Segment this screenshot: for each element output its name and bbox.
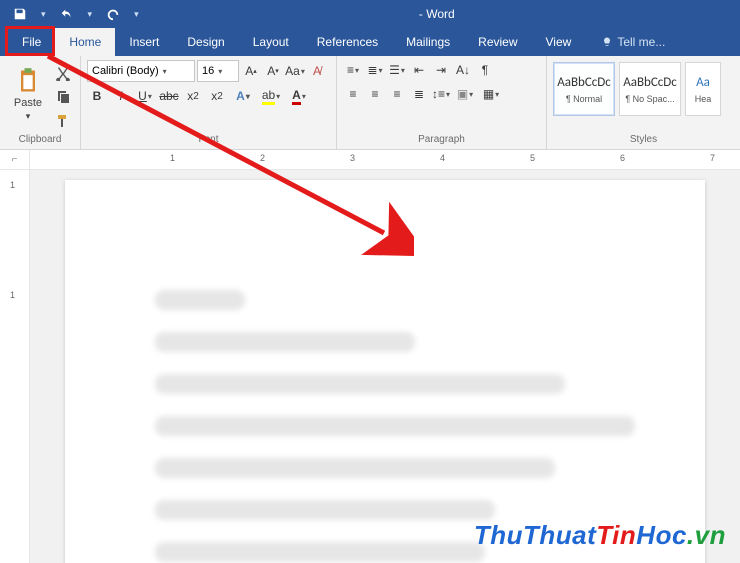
highlight-color-icon[interactable]: ab▾: [259, 86, 283, 106]
chevron-down-icon: ▾: [163, 67, 167, 76]
group-label-paragraph: Paragraph: [343, 132, 540, 149]
subscript-button[interactable]: x2: [183, 86, 203, 106]
blurred-text-line: [155, 332, 415, 352]
style-preview: AaBbCcDc: [623, 75, 677, 90]
window-title: - Word: [142, 7, 732, 21]
tab-review[interactable]: Review: [464, 28, 531, 56]
blurred-text-line: [155, 416, 635, 436]
style-name: ¶ Normal: [566, 94, 602, 104]
ruler-scale: 1 2 3 4 5 6 7: [30, 150, 740, 169]
underline-button[interactable]: U▾: [135, 86, 155, 106]
group-clipboard: Paste ▾ Clipboard: [0, 56, 81, 149]
bold-button[interactable]: B: [87, 86, 107, 106]
tab-home[interactable]: Home: [55, 28, 115, 56]
borders-icon[interactable]: ▦▾: [479, 84, 503, 104]
tab-view[interactable]: View: [532, 28, 586, 56]
decrease-indent-icon[interactable]: ⇤: [409, 60, 429, 80]
group-label-font: Font: [87, 132, 330, 149]
paste-label: Paste: [14, 97, 42, 109]
cut-icon[interactable]: [52, 62, 74, 84]
font-size-value: 16: [202, 65, 214, 77]
watermark: ThuThuatTinHoc.vn: [474, 520, 726, 551]
group-styles: AaBbCcDc ¶ Normal AaBbCcDc ¶ No Spac... …: [547, 56, 740, 149]
show-marks-icon[interactable]: ¶: [475, 60, 495, 80]
group-font: Calibri (Body)▾ 16▾ A▴ A▾ Aa▾ A̸ B I U▾ …: [81, 56, 337, 149]
tab-insert[interactable]: Insert: [115, 28, 173, 56]
chevron-down-icon: ▾: [26, 111, 31, 122]
title-bar: ▾ ▾ ▾ - Word: [0, 0, 740, 28]
superscript-button[interactable]: x2: [207, 86, 227, 106]
quick-access-toolbar: ▾ ▾ ▾: [8, 2, 142, 26]
tab-mailings[interactable]: Mailings: [392, 28, 464, 56]
redo-icon[interactable]: [101, 2, 125, 26]
font-size-combo[interactable]: 16 ▾: [197, 60, 239, 82]
font-name-combo[interactable]: Calibri (Body) ▾: [87, 60, 195, 82]
copy-icon[interactable]: [52, 86, 74, 108]
document-area[interactable]: [30, 170, 740, 563]
style-no-spacing[interactable]: AaBbCcDc ¶ No Spac...: [619, 62, 681, 116]
blurred-text-line: [155, 500, 495, 520]
line-spacing-icon[interactable]: ↕≡▾: [431, 84, 451, 104]
justify-icon[interactable]: ≣: [409, 84, 429, 104]
clear-formatting-icon[interactable]: A̸: [307, 61, 327, 81]
blurred-text-line: [155, 374, 565, 394]
save-icon[interactable]: [8, 2, 32, 26]
ruler-horizontal[interactable]: ⌐ 1 2 3 4 5 6 7: [0, 150, 740, 170]
style-preview: Aa: [696, 75, 710, 90]
group-label-clipboard: Clipboard: [6, 132, 74, 149]
ruler-vertical[interactable]: 1 1: [0, 170, 30, 563]
tell-me-label: Tell me...: [617, 35, 665, 49]
group-paragraph: ≡▾ ≣▾ ☰▾ ⇤ ⇥ A↓ ¶ ≡ ≡ ≡ ≣ ↕≡▾ ▣▾ ▦▾ Para…: [337, 56, 547, 149]
shading-icon[interactable]: ▣▾: [453, 84, 477, 104]
strikethrough-button[interactable]: abc: [159, 86, 179, 106]
blurred-text-line: [155, 542, 485, 562]
workspace: 1 1: [0, 170, 740, 563]
style-name: ¶ No Spac...: [625, 94, 674, 104]
align-center-icon[interactable]: ≡: [365, 84, 385, 104]
paste-button[interactable]: Paste ▾: [6, 60, 50, 128]
sort-icon[interactable]: A↓: [453, 60, 473, 80]
undo-icon[interactable]: [55, 2, 79, 26]
ribbon: Paste ▾ Clipboard Calibri (Body) ▾ 16 ▾ A▴…: [0, 56, 740, 150]
format-painter-icon[interactable]: [52, 110, 74, 132]
multilevel-list-icon[interactable]: ☰▾: [387, 60, 407, 80]
style-name: Hea: [695, 94, 712, 104]
grow-font-icon[interactable]: A▴: [241, 61, 261, 81]
blurred-text-line: [155, 458, 555, 478]
change-case-icon[interactable]: Aa▾: [285, 61, 305, 81]
undo-dropdown-icon[interactable]: ▾: [85, 9, 96, 20]
align-right-icon[interactable]: ≡: [387, 84, 407, 104]
style-normal[interactable]: AaBbCcDc ¶ Normal: [553, 62, 615, 116]
ribbon-tabs: File Home Insert Design Layout Reference…: [0, 28, 740, 56]
tab-references[interactable]: References: [303, 28, 392, 56]
tab-file[interactable]: File: [8, 28, 55, 56]
increase-indent-icon[interactable]: ⇥: [431, 60, 451, 80]
text-effects-icon[interactable]: A▾: [231, 86, 255, 106]
blurred-text-line: [155, 290, 245, 310]
align-left-icon[interactable]: ≡: [343, 84, 363, 104]
shrink-font-icon[interactable]: A▾: [263, 61, 283, 81]
group-label-styles: Styles: [553, 132, 734, 149]
page[interactable]: [65, 180, 705, 563]
qat-dropdown-icon[interactable]: ▾: [38, 9, 49, 20]
font-color-icon[interactable]: A▾: [287, 86, 311, 106]
chevron-down-icon: ▾: [218, 67, 222, 76]
style-heading[interactable]: Aa Hea: [685, 62, 721, 116]
numbering-icon[interactable]: ≣▾: [365, 60, 385, 80]
font-name-value: Calibri (Body): [92, 65, 159, 77]
bullets-icon[interactable]: ≡▾: [343, 60, 363, 80]
tab-layout[interactable]: Layout: [239, 28, 303, 56]
tab-design[interactable]: Design: [173, 28, 238, 56]
qat-customize-icon[interactable]: ▾: [131, 9, 142, 20]
tell-me-search[interactable]: Tell me...: [601, 28, 665, 56]
italic-button[interactable]: I: [111, 86, 131, 106]
style-preview: AaBbCcDc: [557, 75, 611, 90]
tab-selector-icon[interactable]: ⌐: [0, 150, 30, 169]
